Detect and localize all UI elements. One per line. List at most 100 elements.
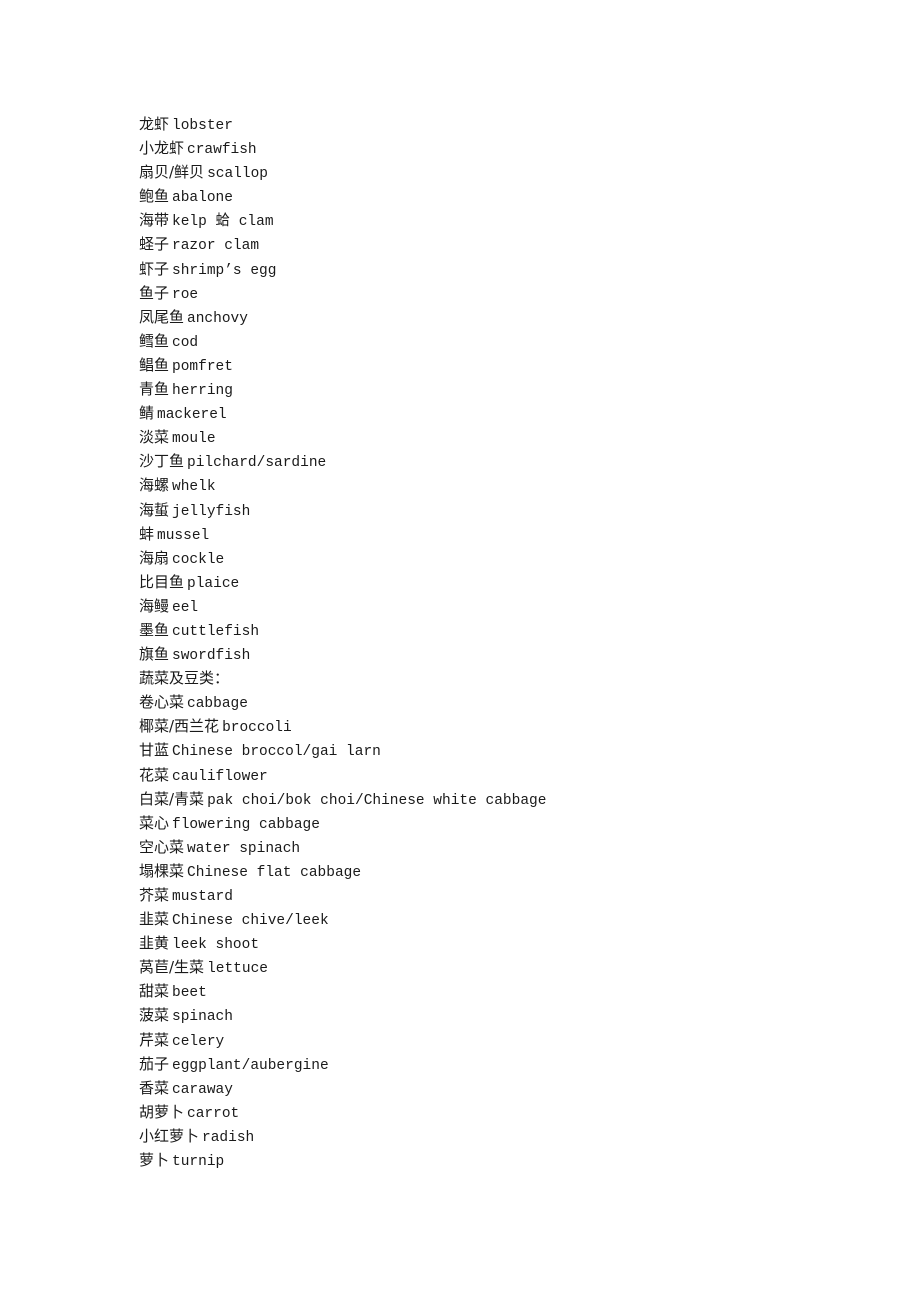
english-term: roe xyxy=(172,286,199,303)
vocabulary-line: 蔬菜及豆类： xyxy=(139,666,839,690)
chinese-term: 蚌 xyxy=(139,524,155,543)
english-term: cod xyxy=(172,334,199,351)
vocabulary-line: 塌棵菜 Chinese flat cabbage xyxy=(139,859,839,883)
english-term: mustard xyxy=(172,889,233,905)
chinese-term: 甜菜 xyxy=(139,982,170,1001)
chinese-term: 菜心 xyxy=(139,813,170,832)
english-term: kelp 蛤 clam xyxy=(172,214,274,231)
vocabulary-line: 海带 kelp 蛤 clam xyxy=(139,208,839,232)
chinese-term: 白菜/青菜 xyxy=(139,789,205,808)
vocabulary-line: 莴苣/生菜 lettuce xyxy=(139,955,839,979)
english-term: eel xyxy=(172,599,199,616)
chinese-term: 海螺 xyxy=(139,476,170,495)
english-term: razor clam xyxy=(172,238,260,255)
english-term: pomfret xyxy=(172,358,233,375)
english-term: jellyfish xyxy=(172,503,251,520)
english-term: shrimp’s egg xyxy=(172,262,277,279)
chinese-term: 韭黄 xyxy=(139,934,170,953)
chinese-term: 鱼子 xyxy=(139,283,170,302)
chinese-term: 空心菜 xyxy=(139,837,185,856)
vocabulary-line: 茄子 eggplant/aubergine xyxy=(139,1052,839,1076)
chinese-term: 蛏子 xyxy=(139,235,170,254)
english-term: broccoli xyxy=(222,720,292,737)
english-term: turnip xyxy=(172,1154,225,1171)
vocabulary-line: 鲳鱼 pomfret xyxy=(139,353,839,377)
english-term: Chinese chive/leek xyxy=(172,913,329,930)
vocabulary-line: 韭菜 Chinese chive/leek xyxy=(139,907,839,931)
chinese-term: 胡萝卜 xyxy=(139,1102,185,1121)
chinese-term: 海扇 xyxy=(139,548,170,567)
chinese-term: 海鳗 xyxy=(139,596,170,615)
chinese-term: 凤尾鱼 xyxy=(139,307,185,326)
chinese-term: 小龙虾 xyxy=(139,139,185,158)
vocabulary-line: 菠菜 spinach xyxy=(139,1003,839,1027)
english-term: abalone xyxy=(172,190,233,207)
english-term: eggplant/aubergine xyxy=(172,1057,329,1074)
vocabulary-line: 蛏子 razor clam xyxy=(139,232,839,256)
chinese-term: 虾子 xyxy=(139,259,170,278)
english-term: swordfish xyxy=(172,648,251,665)
chinese-term: 芥菜 xyxy=(139,886,170,904)
vocabulary-line: 芹菜 celery xyxy=(139,1028,839,1052)
english-term: scallop xyxy=(207,166,268,183)
chinese-term: 淡菜 xyxy=(139,428,170,447)
chinese-term: 青鱼 xyxy=(139,380,170,399)
chinese-term: 沙丁鱼 xyxy=(139,452,185,471)
english-term: cockle xyxy=(172,551,225,568)
chinese-term: 鲭 xyxy=(139,404,155,423)
chinese-term: 鳕鱼 xyxy=(139,331,170,350)
english-term: cauliflower xyxy=(172,768,268,785)
chinese-term: 椰菜/西兰花 xyxy=(139,717,220,736)
vocabulary-line: 旗鱼 swordfish xyxy=(139,642,839,666)
vocabulary-line: 小红萝卜 radish xyxy=(139,1124,839,1148)
vocabulary-line: 鲍鱼 abalone xyxy=(139,184,839,208)
chinese-term: 龙虾 xyxy=(139,115,170,133)
english-term: lettuce xyxy=(207,961,268,978)
english-term: radish xyxy=(202,1129,255,1146)
vocabulary-line: 鳕鱼 cod xyxy=(139,329,839,353)
english-term: water spinach xyxy=(187,840,301,857)
vocabulary-line: 比目鱼 plaice xyxy=(139,570,839,594)
vocabulary-line: 花菜 cauliflower xyxy=(139,763,839,787)
english-term: mussel xyxy=(157,527,210,544)
vocabulary-line: 扇贝/鲜贝 scallop xyxy=(139,160,839,184)
chinese-term: 海蜇 xyxy=(139,500,170,519)
chinese-term: 韭菜 xyxy=(139,910,170,929)
chinese-term: 甘蓝 xyxy=(139,741,170,760)
chinese-term: 茄子 xyxy=(139,1054,170,1073)
vocabulary-line: 海螺 whelk xyxy=(139,473,839,497)
vocabulary-line: 空心菜 water spinach xyxy=(139,835,839,859)
vocabulary-line: 萝卜 turnip xyxy=(139,1148,839,1172)
vocabulary-line: 青鱼 herring xyxy=(139,377,839,401)
vocabulary-line: 鱼子 roe xyxy=(139,281,839,305)
english-term: moule xyxy=(172,431,216,448)
english-term: anchovy xyxy=(187,310,248,327)
chinese-term: 芹菜 xyxy=(139,1030,170,1049)
english-term: Chinese flat cabbage xyxy=(187,864,362,881)
english-term: celery xyxy=(172,1033,225,1050)
vocabulary-line: 卷心菜 cabbage xyxy=(139,690,839,714)
english-term: spinach xyxy=(172,1009,233,1026)
vocabulary-line: 香菜 caraway xyxy=(139,1076,839,1100)
chinese-term: 花菜 xyxy=(139,765,170,784)
chinese-term: 菠菜 xyxy=(139,1006,170,1025)
chinese-term: 萝卜 xyxy=(139,1151,170,1170)
chinese-term: 鲍鱼 xyxy=(139,187,170,206)
vocabulary-line: 墨鱼 cuttlefish xyxy=(139,618,839,642)
english-term: pilchard/sardine xyxy=(187,455,327,472)
vocabulary-line: 小龙虾 crawfish xyxy=(139,136,839,160)
vocabulary-line: 海扇 cockle xyxy=(139,546,839,570)
vocabulary-line: 沙丁鱼 pilchard/sardine xyxy=(139,449,839,473)
english-term: Chinese broccol/gai larn xyxy=(172,744,381,761)
chinese-term: 比目鱼 xyxy=(139,572,185,591)
vocabulary-line: 胡萝卜 carrot xyxy=(139,1100,839,1124)
english-term: caraway xyxy=(172,1081,233,1098)
chinese-term: 扇贝/鲜贝 xyxy=(139,163,205,182)
vocabulary-line: 白菜/青菜 pak choi/bok choi/Chinese white cab… xyxy=(139,787,839,811)
english-term: cabbage xyxy=(187,696,248,713)
chinese-term: 墨鱼 xyxy=(139,620,170,639)
chinese-term: 莴苣/生菜 xyxy=(139,958,205,977)
english-term: crawfish xyxy=(187,142,257,159)
vocabulary-line: 甜菜 beet xyxy=(139,979,839,1003)
chinese-term: 卷心菜 xyxy=(139,693,185,712)
